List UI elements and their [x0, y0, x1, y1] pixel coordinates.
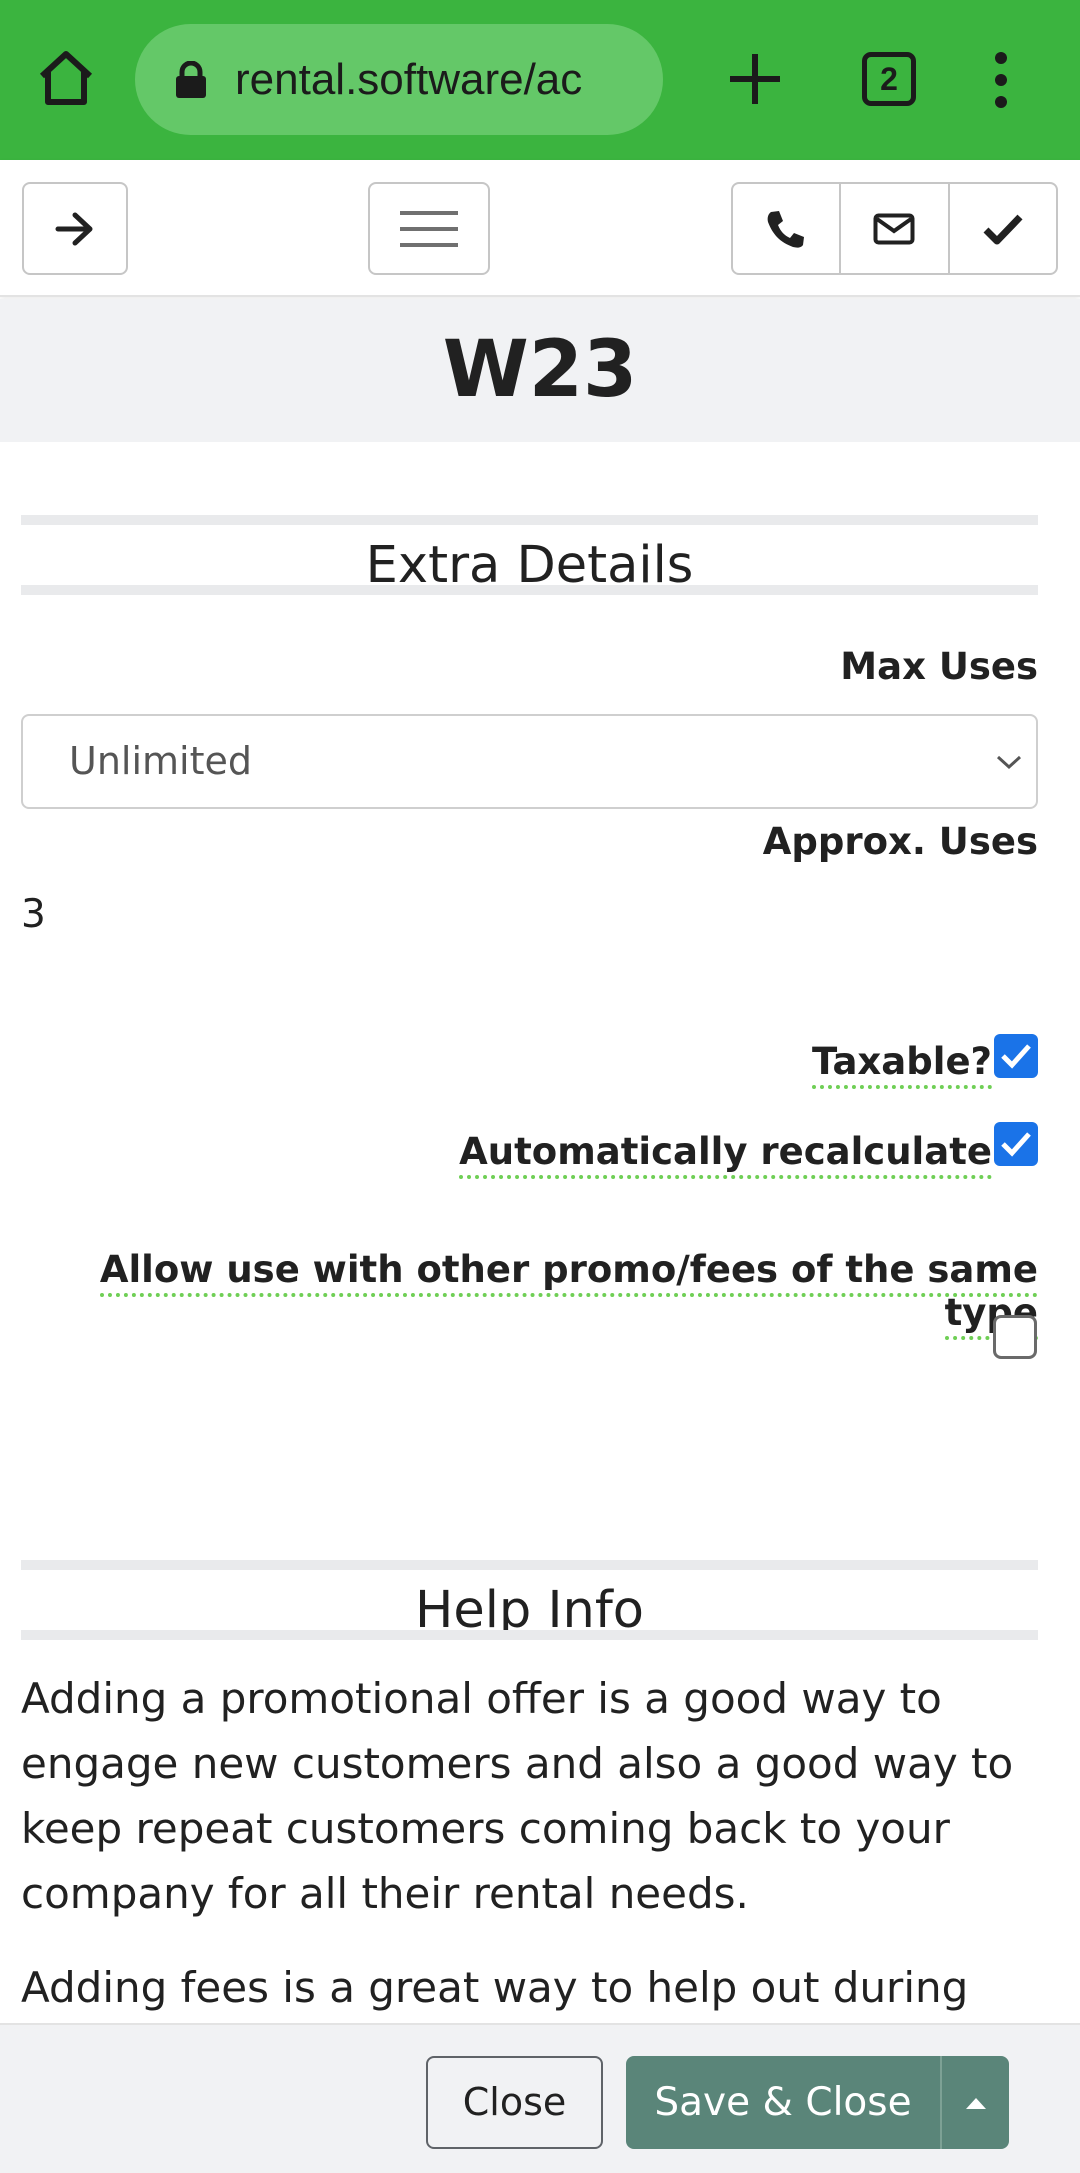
save-close-button[interactable]: Save & Close [626, 2056, 940, 2149]
extra-details-header: Extra Details [21, 515, 1038, 595]
help-paragraph: Adding a promotional offer is a good way… [21, 1674, 1014, 1918]
contact-action-group [731, 182, 1058, 275]
address-bar[interactable]: rental.software/ac [135, 24, 663, 135]
max-uses-label: Max Uses [840, 645, 1038, 688]
taxable-label-text: Taxable? [812, 1040, 992, 1089]
save-options-toggle[interactable] [940, 2056, 1009, 2149]
browser-toolbar: rental.software/ac 2 [0, 0, 1080, 160]
check-icon [983, 214, 1023, 244]
phone-button[interactable] [733, 184, 842, 273]
caret-up-icon [965, 2097, 986, 2109]
hamburger-menu-icon [400, 210, 458, 247]
max-uses-select[interactable]: Unlimited [21, 714, 1038, 809]
allow-promo-label: Allow use with other promo/fees of the s… [0, 1248, 1038, 1340]
section-divider [21, 585, 1038, 595]
help-paragraph: Adding fees is a great way to help out d… [21, 1963, 969, 2012]
help-info-heading: Help Info [414, 1581, 644, 1640]
home-icon[interactable] [34, 46, 98, 110]
more-vert-icon[interactable] [976, 50, 1026, 110]
check-icon [1001, 1044, 1031, 1069]
forward-button[interactable] [22, 182, 128, 275]
tab-count: 2 [880, 61, 898, 97]
email-button[interactable] [841, 184, 950, 273]
menu-toggle-button[interactable] [368, 182, 490, 275]
taxable-checkbox[interactable] [994, 1034, 1038, 1078]
section-divider [21, 1630, 1038, 1640]
page-header: W23 [0, 299, 1080, 442]
url-text: rental.software/ac [235, 55, 583, 104]
approx-uses-value: 3 [21, 892, 46, 937]
auto-recalculate-label: Automatically recalculate [459, 1130, 992, 1179]
allow-promo-label-text: Allow use with other promo/fees of the s… [99, 1248, 1038, 1340]
mail-icon [873, 213, 915, 244]
page-title: W23 [442, 325, 638, 415]
check-icon [1001, 1132, 1031, 1157]
lock-icon [176, 61, 206, 98]
tab-switcher-icon[interactable]: 2 [862, 52, 916, 106]
help-info-header: Help Info [21, 1560, 1038, 1640]
footer-bar: Close Save & Close [0, 2023, 1080, 2173]
extra-details-heading: Extra Details [365, 536, 694, 595]
approx-uses-label: Approx. Uses [762, 820, 1038, 863]
auto-recalculate-checkbox[interactable] [994, 1122, 1038, 1166]
close-button[interactable]: Close [426, 2056, 603, 2149]
confirm-button[interactable] [950, 184, 1056, 273]
max-uses-value: Unlimited [69, 739, 252, 783]
phone-icon [767, 210, 805, 248]
auto-recalculate-label-text: Automatically recalculate [459, 1130, 992, 1179]
chevron-down-icon [996, 755, 1022, 770]
app-toolbar [0, 160, 1080, 297]
taxable-label: Taxable? [812, 1040, 992, 1089]
allow-promo-checkbox[interactable] [993, 1315, 1037, 1359]
arrow-right-icon [55, 212, 93, 245]
plus-icon[interactable] [724, 48, 786, 110]
